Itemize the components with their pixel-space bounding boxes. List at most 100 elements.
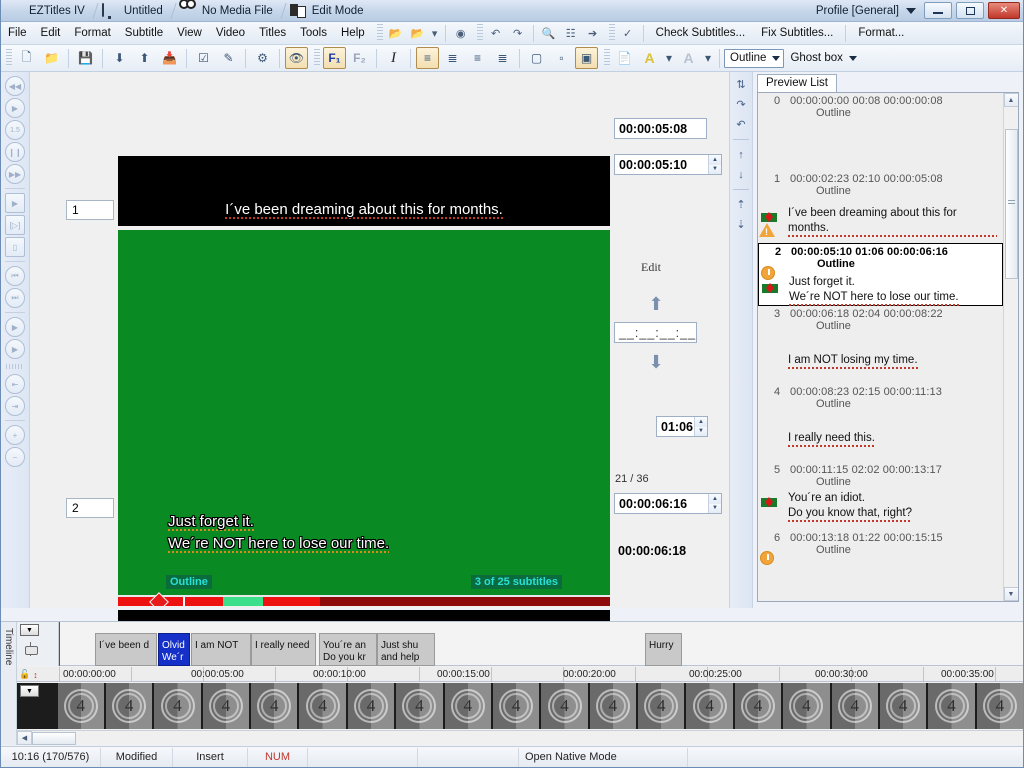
chevron-down-icon[interactable]: ▼	[20, 624, 39, 636]
timeline-cue[interactable]: I am NOT	[191, 633, 251, 666]
format-button[interactable]: Format...	[850, 24, 912, 42]
row-number-2[interactable]: 2	[66, 498, 114, 518]
subtitle-preview-2[interactable]: Just forget it. We´re NOT here to lose o…	[118, 230, 610, 606]
preview-eye-icon[interactable]: 👁	[285, 47, 308, 69]
menu-tools[interactable]: Tools	[293, 24, 334, 42]
position-top-icon[interactable]: ▢	[525, 47, 548, 69]
align-center-icon[interactable]: ≣	[441, 47, 464, 69]
list-item[interactable]: 1 00:00:02:23 02:10 00:00:05:08 Outline …	[758, 171, 1003, 243]
menu-edit[interactable]: Edit	[34, 24, 68, 42]
duration-field[interactable]: 01:06 ▲ ▼	[656, 416, 708, 437]
film-frame[interactable]: 4	[396, 683, 445, 729]
film-frame[interactable]: 4	[638, 683, 687, 729]
toolbar-gripper[interactable]	[476, 24, 483, 42]
search-icon[interactable]: 🔍	[538, 23, 560, 43]
cue-out-icon[interactable]: ⇥	[5, 396, 25, 416]
timecode-in-next[interactable]: 00:00:06:18	[614, 540, 707, 561]
time-edit-input[interactable]: __:__:__:__	[614, 322, 697, 343]
arrow-down-icon[interactable]: ⬇	[645, 352, 667, 374]
film-strip[interactable]: ▼ 4 4 4 4 4 4 4 4 4 4 4 4 4 4 4 4 4 4 4	[17, 683, 1023, 729]
unlock-icon[interactable]: 🔓	[19, 669, 30, 680]
timeline-body[interactable]: ▼ I´ve been d Olvid We´r I am NOT I real…	[17, 622, 1023, 745]
film-frame[interactable]: 4	[976, 683, 1023, 729]
text-style-icon[interactable]: 📄	[613, 47, 636, 69]
play-out-icon[interactable]: ▶	[5, 339, 25, 359]
film-frame[interactable]: 4	[105, 683, 155, 729]
toolbar-gripper[interactable]	[376, 24, 383, 42]
film-frame[interactable]: 4	[202, 683, 252, 729]
import-icon[interactable]: ⬇	[108, 47, 131, 69]
timeline-track[interactable]: ▼ I´ve been d Olvid We´r I am NOT I real…	[17, 622, 1023, 666]
preview-list-scrollbar[interactable]: ▲ ▼	[1003, 93, 1018, 601]
track-handle-icon[interactable]	[25, 642, 38, 656]
arrow-up-icon[interactable]: ⬆	[645, 294, 667, 316]
film-frame[interactable]: 4	[928, 683, 977, 729]
list-item[interactable]: 6 00:00:13:18 01:22 00:00:15:15 Outline	[758, 530, 1003, 570]
menu-file[interactable]: File	[1, 24, 34, 42]
background-color-icon[interactable]: A	[677, 47, 700, 69]
film-frame[interactable]: 4	[347, 683, 397, 729]
drop-frame-icon[interactable]: ↕	[33, 670, 38, 680]
italic-icon[interactable]: I	[382, 47, 405, 69]
film-frame[interactable]: 4	[879, 683, 929, 729]
timeline-cue[interactable]: Hurry	[645, 633, 682, 666]
timecode-out-prev[interactable]: 00:00:05:08	[614, 118, 707, 139]
prev-frame-icon[interactable]: ⏮	[5, 266, 25, 286]
export-icon[interactable]: ⬆	[133, 47, 156, 69]
menu-view[interactable]: View	[170, 24, 209, 42]
timecode-in-spinner[interactable]: ▲ ▼	[708, 155, 721, 174]
toolbar-gripper[interactable]	[604, 49, 610, 67]
minimize-button[interactable]	[924, 2, 952, 19]
row-number-1[interactable]: 1	[66, 200, 114, 220]
fullscreen-icon[interactable]: ▯	[5, 237, 25, 257]
open-recent-icon[interactable]: 📂	[407, 23, 429, 43]
timeline-cue[interactable]: I´ve been d	[95, 633, 157, 666]
timeline-cue[interactable]: Just shu and help	[377, 633, 435, 666]
menu-titles[interactable]: Titles	[252, 24, 293, 42]
fix-subtitles-button[interactable]: Fix Subtitles...	[753, 24, 841, 42]
scroll-left-icon[interactable]: ◀	[17, 731, 32, 745]
film-frame[interactable]: 4	[251, 683, 300, 729]
font-color-icon[interactable]: A	[638, 47, 661, 69]
preview-list[interactable]: 0 00:00:00:00 00:08 00:00:00:08 Outline	[757, 92, 1019, 602]
align-left-icon[interactable]: ≡	[416, 47, 439, 69]
settings-gear-icon[interactable]: ⚙	[251, 47, 274, 69]
speed-1-5-icon[interactable]: 1.5	[5, 120, 25, 140]
f2-icon[interactable]: F₂	[348, 47, 371, 69]
remove-subtitle-icon[interactable]: −	[5, 447, 25, 467]
cue-in-icon[interactable]: ⇤	[5, 374, 25, 394]
play-icon[interactable]: ▶	[5, 98, 25, 118]
subtitle-preview-1[interactable]: I´ve been dreaming about this for months…	[118, 156, 610, 226]
toolbar-gripper[interactable]	[314, 49, 320, 67]
chevron-down-icon[interactable]: ▼	[20, 685, 39, 697]
goto-icon[interactable]: ➔	[582, 23, 604, 43]
list-item[interactable]: 3 00:00:06:18 02:04 00:00:08:22 Outline …	[758, 306, 1003, 384]
film-frame[interactable]: 4	[686, 683, 735, 729]
playhead[interactable]	[59, 622, 60, 666]
menu-subtitle[interactable]: Subtitle	[118, 24, 170, 42]
play-cue-icon[interactable]: ▶	[5, 193, 25, 213]
list-item[interactable]: 0 00:00:00:00 00:08 00:00:00:08 Outline	[758, 93, 1003, 171]
chevron-down-icon[interactable]	[906, 7, 916, 14]
list-item-selected[interactable]: 2 00:00:05:10 01:06 00:00:06:16 Outline …	[758, 243, 1003, 306]
media-indicator[interactable]: No Media File	[174, 0, 283, 22]
film-frame[interactable]: 4	[734, 683, 784, 729]
open-icon[interactable]: 📁	[40, 47, 63, 69]
list-item[interactable]: 5 00:00:11:15 02:02 00:00:13:17 Outline …	[758, 462, 1003, 530]
mode-indicator[interactable]: Edit Mode	[284, 0, 374, 22]
menu-video[interactable]: Video	[209, 24, 252, 42]
play-in-icon[interactable]: ▶	[5, 317, 25, 337]
list-item[interactable]: 4 00:00:08:23 02:15 00:00:11:13 Outline …	[758, 384, 1003, 462]
duplicate-icon[interactable]: ☷	[560, 23, 582, 43]
check-icon[interactable]: ☑	[192, 47, 215, 69]
timeline-hscrollbar[interactable]: ◀	[17, 730, 1023, 745]
check-subtitles-button[interactable]: Check Subtitles...	[648, 24, 753, 42]
open-project-icon[interactable]: 📂	[385, 23, 407, 43]
pause-icon[interactable]: ❙❙	[5, 142, 25, 162]
timeline-cue[interactable]: I really need	[251, 633, 316, 666]
close-button[interactable]: ✕	[988, 2, 1020, 19]
reading-rate-meter[interactable]	[118, 592, 610, 606]
record-icon[interactable]: ◉	[450, 23, 472, 43]
duration-spinner[interactable]: ▲ ▼	[694, 417, 707, 436]
position-bottom-icon[interactable]: ▣	[575, 47, 598, 69]
